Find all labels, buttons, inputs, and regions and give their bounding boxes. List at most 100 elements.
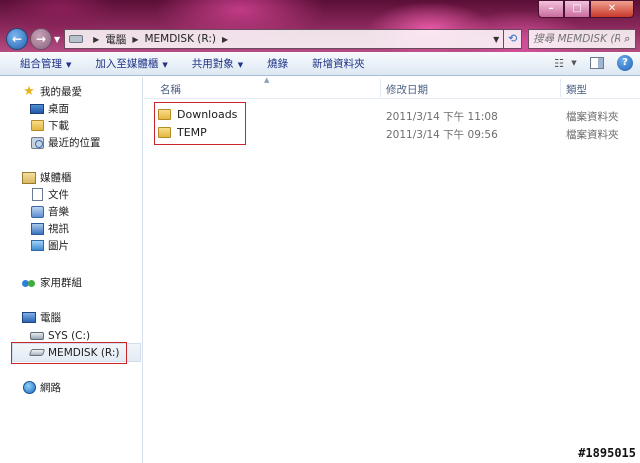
table-row[interactable]: Downloads 2011/3/14 下午 11:08 檔案資料夾	[144, 107, 640, 124]
add-to-library-button[interactable]: 加入至媒體櫃 ▼	[83, 56, 179, 71]
navigation-row: ← → ▼ ▶ 電腦 ▶ MEMDISK (R:) ▶ ▼ ⟲ ⌕	[6, 27, 636, 51]
chevron-right-icon[interactable]: ▶	[132, 35, 138, 44]
sidebar-item-label: 最近的位置	[48, 137, 101, 149]
command-bar: 組合管理 ▼ 加入至媒體櫃 ▼ 共用對象 ▼ 燒錄 新增資料夾 ☷ ▼ ?	[0, 52, 640, 76]
sort-arrow-icon: ▲	[264, 76, 270, 84]
sidebar-item-label: 桌面	[48, 103, 69, 115]
watermark: #1895015	[578, 446, 636, 460]
sidebar-item-libraries[interactable]: 媒體櫃	[22, 169, 72, 186]
share-with-button[interactable]: 共用對象 ▼	[180, 56, 255, 71]
search-box[interactable]: ⌕	[528, 29, 636, 49]
sidebar-item-label: MEMDISK (R:)	[48, 346, 120, 359]
folder-icon	[30, 119, 44, 133]
view-controls: ☷ ▼ ?	[540, 55, 634, 71]
sidebar-item-label: 家用群組	[40, 277, 82, 289]
refresh-icon: ⟲	[508, 32, 518, 45]
window-controls: – □ ✕	[538, 0, 634, 18]
forward-button[interactable]: →	[30, 28, 52, 50]
hard-drive-icon	[30, 329, 44, 343]
sidebar-item-desktop[interactable]: 桌面	[30, 100, 69, 117]
folder-icon	[158, 109, 171, 120]
breadcrumb-memdisk[interactable]: MEMDISK (R:)	[144, 33, 216, 45]
sidebar-item-label: 圖片	[48, 240, 69, 252]
sidebar-item-computer[interactable]: 電腦	[22, 309, 61, 326]
star-icon: ★	[23, 84, 35, 99]
sidebar-item-pictures[interactable]: 圖片	[30, 237, 69, 254]
column-name[interactable]: 名稱	[160, 82, 181, 97]
new-folder-button[interactable]: 新增資料夾	[300, 56, 377, 71]
network-icon	[22, 381, 36, 395]
pictures-icon	[30, 239, 44, 253]
sidebar-item-homegroup[interactable]: 家用群組	[22, 274, 82, 291]
file-list: ▲ 名稱 修改日期 類型 Downloads 2011/3/14 下午 11:0…	[144, 76, 640, 463]
sidebar-item-downloads[interactable]: 下載	[30, 117, 69, 134]
file-date: 2011/3/14 下午 09:56	[386, 129, 498, 141]
search-input[interactable]	[533, 33, 620, 45]
sidebar-item-label: 文件	[48, 189, 69, 201]
sidebar-item-network[interactable]: 網路	[22, 379, 61, 396]
sidebar-item-label: 視訊	[48, 223, 69, 235]
address-bar[interactable]: ▶ 電腦 ▶ MEMDISK (R:) ▶ ▼	[64, 29, 505, 49]
sidebar-item-favorites[interactable]: ★ 我的最愛	[22, 83, 82, 100]
minimize-button[interactable]: –	[538, 0, 564, 18]
column-divider[interactable]	[560, 79, 561, 97]
column-header: ▲ 名稱 修改日期 類型	[144, 76, 640, 99]
help-icon: ?	[617, 55, 633, 71]
dropdown-arrow-icon: ▼	[66, 61, 72, 69]
column-divider[interactable]	[380, 79, 381, 97]
recent-places-icon	[30, 136, 44, 150]
sidebar-item-memdisk-drive[interactable]: MEMDISK (R:)	[28, 344, 120, 361]
file-name-label: Downloads	[177, 108, 238, 121]
sidebar-item-label: 我的最愛	[40, 86, 82, 98]
views-dropdown-icon[interactable]: ▼	[570, 55, 578, 71]
maximize-button[interactable]: □	[564, 0, 590, 18]
organize-label: 組合管理	[20, 58, 62, 70]
chevron-right-icon[interactable]: ▶	[222, 35, 228, 44]
sidebar-item-sys-drive[interactable]: SYS (C:)	[30, 327, 90, 344]
sidebar-item-documents[interactable]: 文件	[30, 186, 69, 203]
breadcrumb-computer[interactable]: 電腦	[105, 32, 126, 47]
sidebar-item-label: 音樂	[48, 206, 69, 218]
sidebar-item-label: SYS (C:)	[48, 329, 91, 342]
homegroup-icon	[22, 276, 36, 290]
add-to-library-label: 加入至媒體櫃	[95, 58, 159, 70]
title-bar: – □ ✕ ← → ▼ ▶ 電腦 ▶ MEMDISK (R:) ▶ ▼ ⟲ ⌕	[0, 0, 640, 52]
file-date: 2011/3/14 下午 11:08	[386, 111, 498, 123]
music-icon	[30, 205, 44, 219]
file-name[interactable]: TEMP	[158, 126, 207, 139]
folder-icon	[158, 127, 171, 138]
sidebar-item-music[interactable]: 音樂	[30, 203, 69, 220]
dropdown-arrow-icon: ▼	[237, 61, 244, 69]
help-button[interactable]: ?	[616, 55, 634, 71]
views-icon[interactable]: ☷	[550, 55, 568, 71]
file-type: 檔案資料夾	[566, 111, 619, 123]
file-name-label: TEMP	[177, 126, 207, 139]
back-button[interactable]: ←	[6, 28, 28, 50]
chevron-right-icon[interactable]: ▶	[93, 35, 99, 44]
address-dropdown-icon[interactable]: ▼	[489, 35, 503, 44]
preview-pane-button[interactable]	[588, 55, 606, 71]
close-button[interactable]: ✕	[590, 0, 634, 18]
documents-icon	[30, 188, 44, 202]
share-with-label: 共用對象	[191, 58, 234, 70]
file-type: 檔案資料夾	[566, 129, 619, 141]
sidebar-item-videos[interactable]: 視訊	[30, 220, 69, 237]
recent-pages-dropdown-icon[interactable]: ▼	[54, 35, 60, 44]
library-icon	[22, 171, 36, 185]
sidebar-item-label: 網路	[40, 382, 61, 394]
column-type[interactable]: 類型	[566, 82, 587, 97]
sidebar-item-label: 媒體櫃	[40, 172, 72, 184]
burn-button[interactable]: 燒錄	[255, 56, 300, 71]
sidebar-item-recent-places[interactable]: 最近的位置	[30, 134, 101, 151]
arrow-left-icon: ←	[11, 32, 23, 46]
navigation-pane: ★ 我的最愛 桌面 下載 最近的位置 媒體櫃 文件 音樂 視訊 圖片 家用群組 …	[0, 77, 143, 463]
table-row[interactable]: TEMP 2011/3/14 下午 09:56 檔案資料夾	[144, 125, 640, 142]
search-icon[interactable]: ⌕	[620, 32, 635, 46]
file-name[interactable]: Downloads	[158, 108, 237, 121]
preview-pane-icon	[590, 57, 604, 69]
column-date-modified[interactable]: 修改日期	[386, 82, 428, 97]
video-icon	[30, 222, 44, 236]
refresh-button[interactable]: ⟲	[504, 29, 523, 49]
sidebar-item-label: 下載	[48, 120, 69, 132]
organize-button[interactable]: 組合管理 ▼	[8, 56, 83, 71]
